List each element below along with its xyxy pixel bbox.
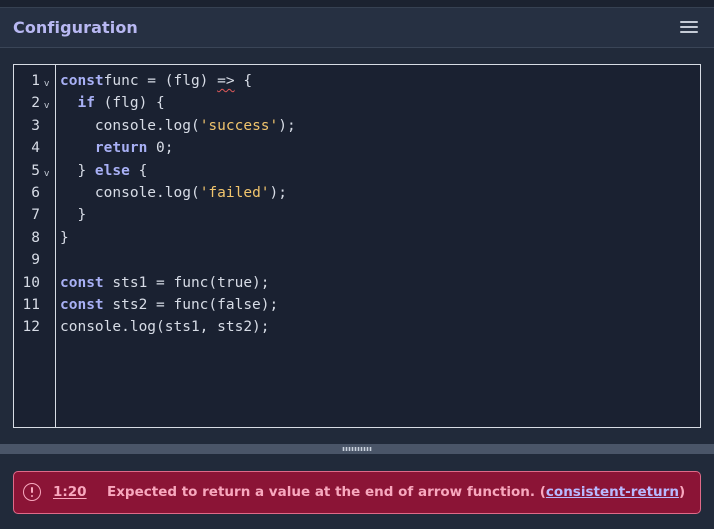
app-window: Configuration 1 v constfunc = (flg) => {2 v… <box>0 0 714 529</box>
code-line[interactable]: 1 v constfunc = (flg) => { <box>31 70 700 92</box>
code-token: } <box>60 207 87 224</box>
line-number: 8 <box>31 229 40 246</box>
code-line[interactable]: 8} <box>31 227 700 249</box>
panel-header: Configuration <box>0 8 714 48</box>
code-token: console.log(sts1, sts2); <box>60 319 270 336</box>
keyword-token: if <box>77 95 95 112</box>
line-number: 6 <box>31 184 40 201</box>
code-line[interactable]: 10 const sts1 = func(true); <box>23 272 700 294</box>
keyword-token: return <box>94 140 148 157</box>
code-editor[interactable]: 1 v constfunc = (flg) => {2 v if (flg) {3 c… <box>13 64 701 428</box>
alert-circle-icon <box>23 483 41 501</box>
error-message-text: Expected to return a value at the end of… <box>107 484 546 500</box>
string-token: 'success' <box>199 117 279 134</box>
fold-chevron-icon[interactable]: v <box>44 73 49 95</box>
code-token: func = (flg) <box>103 73 218 89</box>
code-token: console.log( <box>60 184 200 201</box>
code-line[interactable]: 11 const sts2 = func(false); <box>23 294 700 316</box>
error-message: Expected to return a value at the end of… <box>107 484 685 500</box>
top-strip <box>0 0 714 8</box>
error-location-link[interactable]: 1:20 <box>53 484 87 500</box>
code-line[interactable]: 4 return 0; <box>31 137 700 159</box>
code-content[interactable]: 1 v constfunc = (flg) => {2 v if (flg) {3 c… <box>23 70 700 339</box>
hamburger-menu-icon[interactable] <box>680 20 698 34</box>
code-token: 0; <box>147 140 174 157</box>
code-line[interactable]: 9 <box>31 249 700 271</box>
code-token: sts2 = func(false); <box>103 296 279 313</box>
line-number: 3 <box>31 117 40 134</box>
keyword-token: const <box>60 73 104 89</box>
keyword-token: const <box>60 274 104 291</box>
code-token: } <box>60 229 69 246</box>
code-line[interactable]: 7 } <box>31 204 700 226</box>
string-token: 'failed' <box>199 184 270 201</box>
line-number: 1 <box>31 73 40 89</box>
keyword-token: else <box>94 162 130 179</box>
code-line[interactable]: 12 console.log(sts1, sts2); <box>23 316 700 338</box>
fold-chevron-icon[interactable]: v <box>44 163 49 185</box>
code-line[interactable]: 5v } else { <box>31 160 700 182</box>
line-number: 7 <box>31 207 40 224</box>
code-token: } <box>60 162 95 179</box>
code-token: { <box>234 73 253 89</box>
code-token: ); <box>269 184 287 201</box>
error-message-end: ) <box>678 484 686 500</box>
code-token: sts1 = func(true); <box>103 274 270 291</box>
line-number: 10 <box>22 274 40 291</box>
code-line[interactable]: 2v if (flg) { <box>31 92 700 114</box>
code-token: (flg) { <box>94 95 165 112</box>
code-line[interactable]: 6 console.log('failed'); <box>31 182 700 204</box>
line-number: 12 <box>22 319 40 336</box>
panel-title: Configuration <box>13 18 138 37</box>
lint-error-message: 1:20 Expected to return a value at the e… <box>13 471 701 514</box>
fold-chevron-icon[interactable]: v <box>44 95 49 117</box>
rule-link[interactable]: consistent-return <box>546 484 679 500</box>
code-token: => <box>217 73 235 89</box>
line-number: 5 <box>31 162 40 179</box>
resize-bar[interactable] <box>0 444 714 454</box>
line-number: 2 <box>31 95 40 112</box>
code-token: ); <box>278 117 296 134</box>
code-token: { <box>129 162 148 179</box>
resize-handle-icon[interactable] <box>342 447 372 451</box>
code-line[interactable]: 3 console.log('success'); <box>31 115 700 137</box>
line-number: 9 <box>31 252 40 269</box>
keyword-token: const <box>60 296 104 313</box>
line-number: 11 <box>22 296 40 313</box>
code-token: console.log( <box>60 117 200 134</box>
line-number: 4 <box>31 140 40 157</box>
